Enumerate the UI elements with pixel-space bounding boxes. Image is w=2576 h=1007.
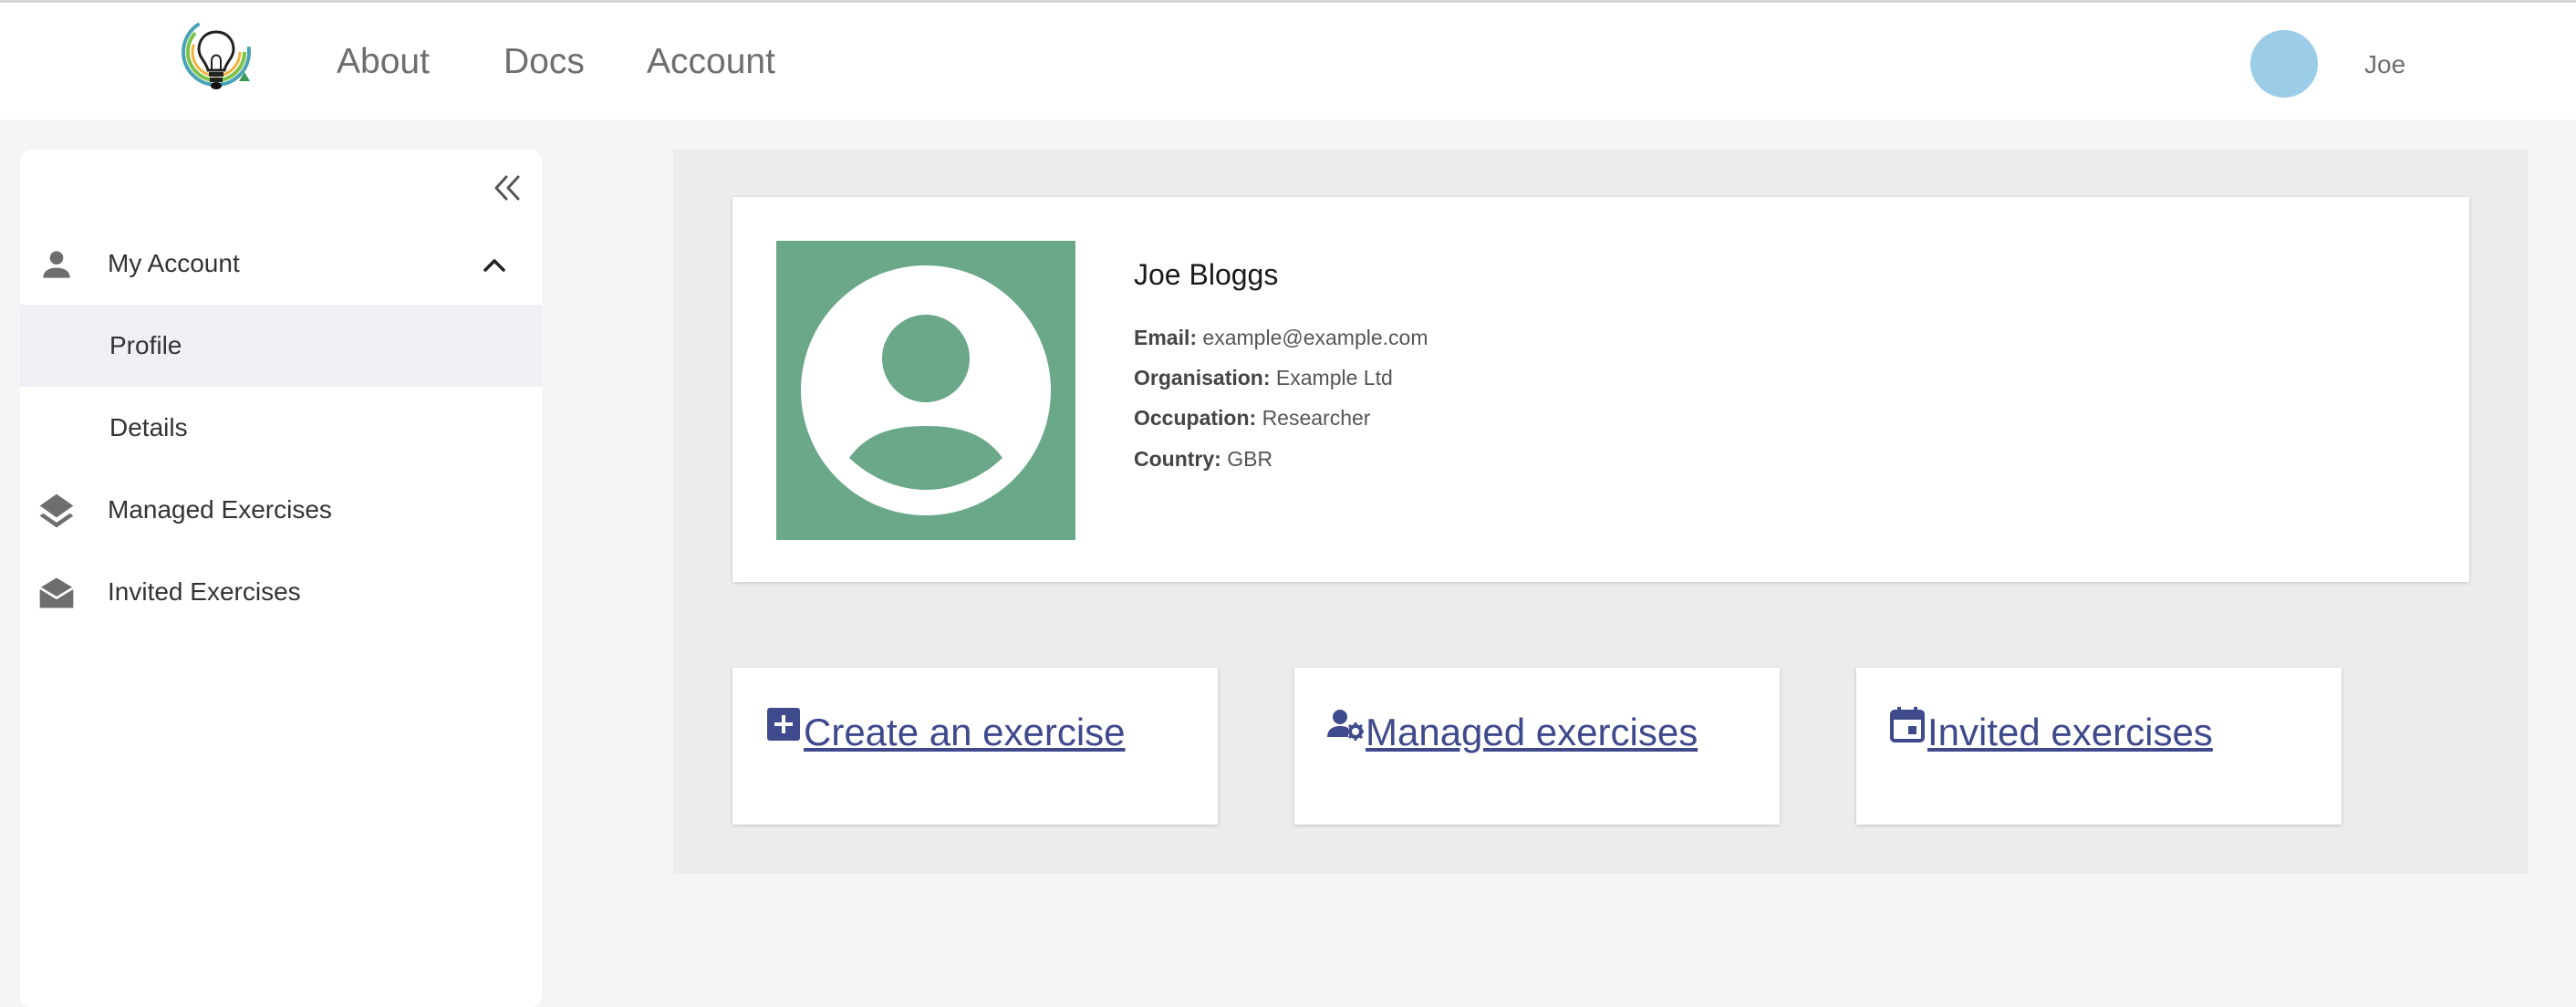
- add-box-icon: [767, 708, 800, 741]
- managed-exercises-card: Managed exercises: [1294, 668, 1780, 825]
- sidebar-item-label: Details: [109, 413, 188, 441]
- lightbulb-logo-icon[interactable]: [179, 17, 254, 98]
- top-navbar: About Docs Account Joe: [0, 3, 2576, 119]
- profile-card: Joe Bloggs Email: example@example.com Or…: [732, 197, 2469, 582]
- managed-exercises-link[interactable]: Managed exercises: [1327, 704, 1698, 755]
- sidebar-item-profile[interactable]: Profile: [20, 305, 542, 387]
- field-value: GBR: [1227, 447, 1273, 471]
- nav-about-link[interactable]: About: [337, 41, 430, 83]
- field-label: Occupation:: [1134, 406, 1257, 430]
- sidebar-item-label: Managed Exercises: [108, 495, 332, 524]
- invited-exercises-card: Invited exercises: [1856, 668, 2342, 825]
- invited-exercises-link[interactable]: Invited exercises: [1889, 704, 2213, 755]
- action-label: Create an exercise: [804, 711, 1126, 753]
- main-content: Joe Bloggs Email: example@example.com Or…: [673, 150, 2529, 874]
- profile-occupation: Occupation: Researcher: [1134, 405, 1370, 431]
- sidebar-item-my-account[interactable]: My Account: [20, 223, 542, 305]
- person-icon: [43, 251, 70, 278]
- collapse-sidebar-icon[interactable]: [489, 170, 525, 206]
- field-label: Organisation:: [1134, 366, 1271, 389]
- sidebar: My Account Profile Details Managed Exerc…: [20, 150, 542, 1007]
- sidebar-item-invited-exercises[interactable]: Invited Exercises: [20, 551, 542, 633]
- create-exercise-card: Create an exercise: [732, 668, 1218, 825]
- user-name[interactable]: Joe: [2364, 50, 2405, 79]
- profile-organisation: Organisation: Example Ltd: [1134, 365, 1393, 390]
- user-avatar[interactable]: [2250, 30, 2318, 98]
- profile-avatar-icon: [776, 241, 1075, 540]
- action-label: Invited exercises: [1927, 711, 2213, 753]
- profile-email: Email: example@example.com: [1134, 325, 1428, 350]
- calendar-icon: [1890, 707, 1925, 742]
- sidebar-item-label: Invited Exercises: [108, 577, 301, 606]
- sidebar-item-label: Profile: [109, 331, 182, 359]
- mail-open-icon: [38, 577, 75, 608]
- sidebar-item-label: My Account: [108, 249, 240, 277]
- nav-account-link[interactable]: Account: [647, 41, 775, 83]
- profile-name: Joe Bloggs: [1134, 258, 1279, 291]
- field-label: Email:: [1134, 326, 1198, 349]
- field-label: Country:: [1134, 447, 1221, 471]
- field-value: Example Ltd: [1275, 366, 1393, 389]
- field-value: example@example.com: [1202, 326, 1428, 349]
- profile-country: Country: GBR: [1134, 446, 1272, 472]
- nav-docs-link[interactable]: Docs: [504, 41, 585, 83]
- field-value: Researcher: [1262, 406, 1371, 430]
- create-exercise-link[interactable]: Create an exercise: [765, 704, 1126, 755]
- manage-accounts-icon: [1327, 710, 1364, 741]
- layers-icon: [39, 493, 74, 528]
- sidebar-item-managed-exercises[interactable]: Managed Exercises: [20, 469, 542, 551]
- action-label: Managed exercises: [1366, 711, 1698, 753]
- chevron-up-icon[interactable]: [476, 246, 513, 283]
- sidebar-item-details[interactable]: Details: [20, 387, 542, 469]
